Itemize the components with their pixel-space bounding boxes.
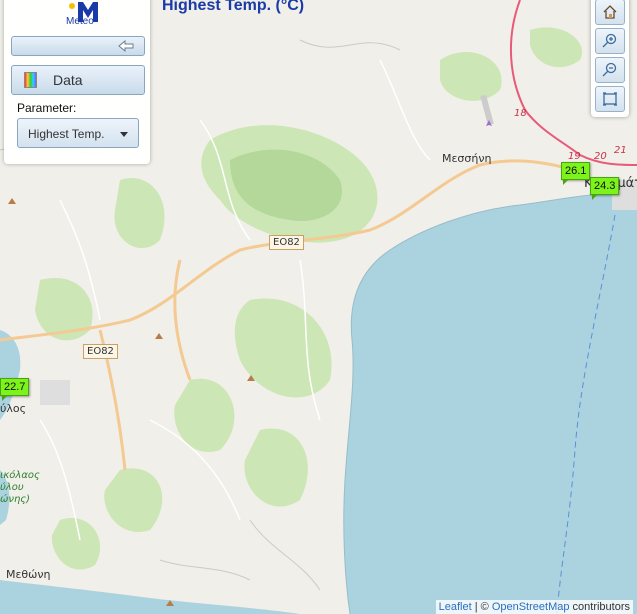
place-messini: Μεσσήνη [442, 152, 492, 165]
place-methoni: Μεθώνη [6, 568, 51, 581]
fullscreen-icon [603, 92, 617, 106]
leaflet-link[interactable]: Leaflet [439, 601, 472, 613]
place-nikolaos-line3: ώνης) [0, 494, 31, 505]
home-icon [603, 5, 617, 19]
road-number-18: 18 [514, 108, 527, 119]
back-arrow-icon [118, 40, 134, 52]
place-nikolaos-line2: ύλου [0, 482, 24, 493]
openstreetmap-link[interactable]: OpenStreetMap [492, 601, 570, 613]
zoom-out-icon [602, 62, 617, 77]
parameter-select-value: Highest Temp. [28, 127, 105, 141]
temperature-marker[interactable]: 24.3 [590, 177, 620, 200]
page-title: Highest Temp. (°C) [162, 0, 305, 14]
data-button[interactable]: Data [11, 65, 145, 95]
place-pylos: ύλος [0, 402, 27, 415]
road-shield-eo82: ΕΟ82 [269, 235, 304, 250]
logo-text: Meteo [66, 16, 94, 27]
parameter-select[interactable]: Highest Temp. [17, 118, 139, 148]
palette-icon [24, 72, 37, 88]
map-toolbar [591, 0, 629, 117]
map-attribution: Leaflet | © OpenStreetMap contributors [435, 600, 633, 614]
road-number-19: 19 [568, 151, 581, 162]
data-button-label: Data [53, 72, 83, 88]
zoom-in-button[interactable] [595, 28, 625, 54]
attribution-suffix: contributors [569, 601, 630, 613]
attribution-separator: | © [471, 601, 492, 613]
parameter-label: Parameter: [17, 101, 77, 115]
fullscreen-button[interactable] [595, 86, 625, 112]
zoom-in-icon [602, 33, 617, 48]
zoom-out-button[interactable] [595, 57, 625, 83]
place-nikolaos-line1: ικόλαος [0, 470, 40, 481]
road-number-21: 21 [614, 145, 627, 156]
road-number-20: 20 [594, 151, 607, 162]
chevron-down-icon [120, 132, 128, 137]
road-shield-eo82: ΕΟ82 [83, 344, 118, 359]
temperature-marker[interactable]: 26.1 [561, 162, 591, 185]
control-panel: Meteo Data Parameter: Highest Temp. [4, 0, 150, 164]
home-button[interactable] [595, 0, 625, 25]
temperature-marker[interactable]: 22.7 [0, 378, 30, 401]
back-button[interactable] [11, 36, 145, 56]
